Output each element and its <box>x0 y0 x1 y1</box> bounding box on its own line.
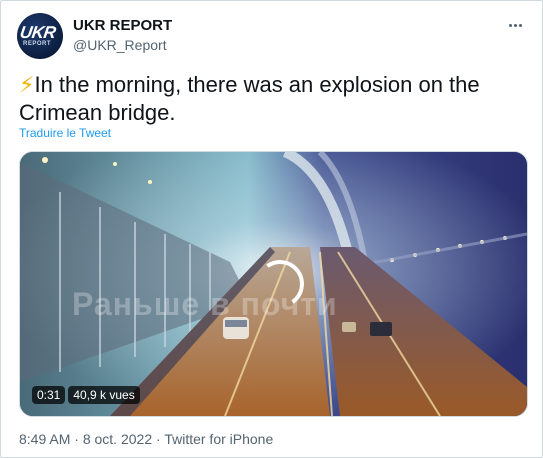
meta-separator: · <box>152 431 165 447</box>
tweet-time[interactable]: 8:49 AM <box>19 431 70 447</box>
tweet-header: UKR REPORT UKR REPORT @UKR_Report <box>17 13 526 59</box>
avatar-logo-subtext: REPORT <box>23 41 52 47</box>
tweet-card: UKR REPORT UKR REPORT @UKR_Report ⚡In th… <box>0 0 543 458</box>
translate-tweet-link[interactable]: Traduire le Tweet <box>19 126 111 140</box>
avatar-logo-text: UKR <box>18 23 57 42</box>
tweet-source[interactable]: Twitter for iPhone <box>164 431 273 447</box>
video-badges: 0:31 40,9 k vues <box>32 386 140 404</box>
lightning-emoji-icon: ⚡ <box>19 72 35 97</box>
tweet-date[interactable]: 8 oct. 2022 <box>83 431 152 447</box>
more-options-icon[interactable] <box>504 15 526 35</box>
video-views: 40,9 k vues <box>68 386 140 404</box>
avatar[interactable]: UKR REPORT <box>17 13 63 59</box>
tweet-body: In the morning, there was an explosion o… <box>19 72 480 125</box>
account-name[interactable]: UKR REPORT <box>73 17 172 34</box>
video-player[interactable]: Раньше в почти 0:31 40,9 k vues <box>19 151 528 417</box>
video-duration: 0:31 <box>32 386 66 404</box>
tweet-text: ⚡In the morning, there was an explosion … <box>19 71 519 127</box>
tweet-meta: 8:49 AM · 8 oct. 2022 · Twitter for iPho… <box>19 431 273 447</box>
account-handle[interactable]: @UKR_Report <box>73 37 167 53</box>
meta-separator: · <box>70 431 83 447</box>
